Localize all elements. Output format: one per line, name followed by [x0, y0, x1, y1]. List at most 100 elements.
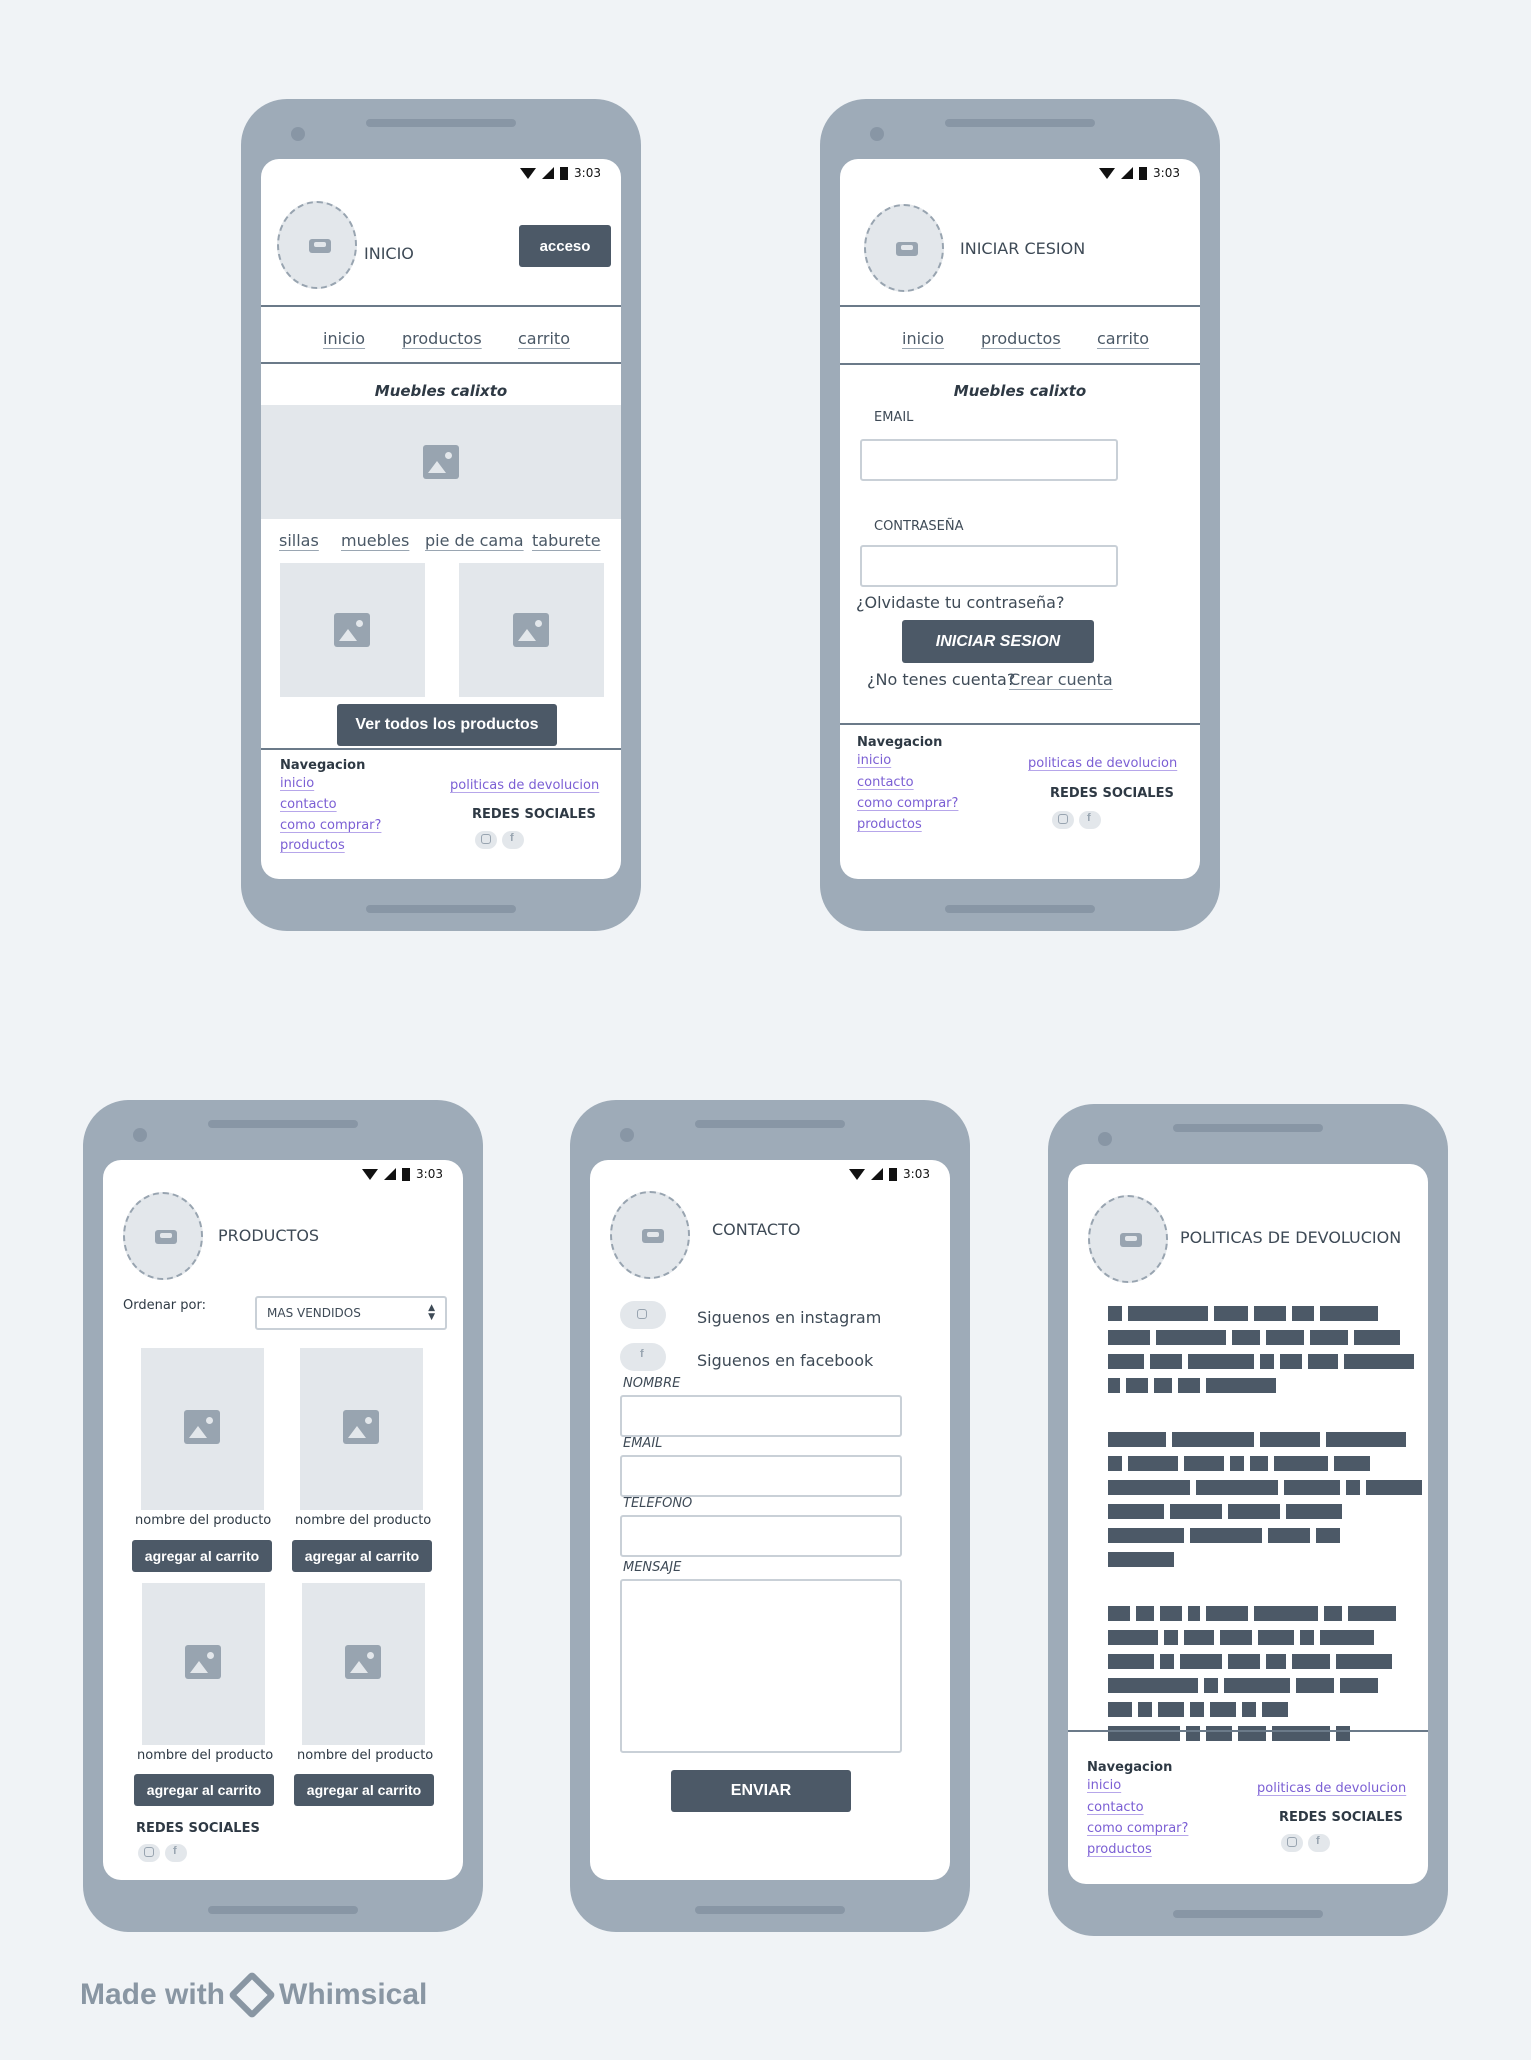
category-taburete[interactable]: taburete [532, 531, 601, 550]
nombre-field[interactable] [620, 1395, 902, 1437]
instagram-icon[interactable] [475, 831, 497, 849]
text-placeholder-bar [1254, 1606, 1318, 1621]
footer-link-politicas[interactable]: politicas de devolucion [1028, 756, 1177, 771]
whimsical-watermark: Made with Whimsical [80, 1970, 427, 2020]
footer-link-contacto[interactable]: contacto [280, 797, 337, 812]
login-screen: 3:03 INICIAR CESION inicio productos car… [840, 159, 1200, 879]
image-icon [513, 613, 549, 647]
add-to-cart-button[interactable]: agregar al carrito [134, 1774, 274, 1806]
footer-heading: Navegacion [280, 758, 366, 773]
speaker [208, 1120, 358, 1128]
nav-carrito[interactable]: carrito [1097, 329, 1149, 348]
phone-contact: 3:03 CONTACTO Siguenos en instagram f Si… [570, 1100, 970, 1932]
logo-placeholder [864, 204, 944, 292]
product-name: nombre del producto [135, 1513, 272, 1528]
text-placeholder-bar [1260, 1354, 1274, 1369]
footer-link-politicas[interactable]: politicas de devolucion [1257, 1781, 1406, 1796]
password-field[interactable] [860, 545, 1118, 587]
battery-icon [560, 166, 569, 180]
footer-link-inicio[interactable]: inicio [857, 753, 891, 768]
footer-link-productos[interactable]: productos [280, 838, 345, 853]
nav-productos[interactable]: productos [402, 329, 482, 348]
footer-link-inicio[interactable]: inicio [1087, 1778, 1121, 1793]
text-placeholder-bar [1108, 1654, 1154, 1669]
telefono-field[interactable] [620, 1515, 902, 1557]
email-label: EMAIL [874, 410, 914, 425]
image-icon [185, 1645, 221, 1679]
text-placeholder-bar [1138, 1702, 1152, 1717]
logo-placeholder [123, 1192, 203, 1280]
nav-carrito[interactable]: carrito [518, 329, 570, 348]
text-placeholder-bar [1254, 1306, 1286, 1321]
nav-inicio[interactable]: inicio [323, 329, 365, 348]
footer-link-como-comprar[interactable]: como comprar? [280, 818, 381, 833]
redes-heading: REDES SOCIALES [136, 1821, 260, 1836]
iniciar-sesion-button[interactable]: INICIAR SESION [902, 620, 1094, 663]
add-to-cart-button[interactable]: agregar al carrito [294, 1774, 434, 1806]
facebook-icon[interactable]: f [620, 1343, 666, 1371]
phone-policies: POLITICAS DE DEVOLUCION Navegacion inici… [1048, 1104, 1448, 1936]
signal-icon [871, 1168, 884, 1180]
mensaje-field[interactable] [620, 1579, 902, 1753]
text-placeholder-bar [1108, 1504, 1164, 1519]
category-sillas[interactable]: sillas [279, 531, 319, 550]
footer-link-productos[interactable]: productos [1087, 1842, 1152, 1857]
text-placeholder-bar [1348, 1606, 1396, 1621]
phone-products: 3:03 PRODUCTOS Ordenar por: MAS VENDIDOS… [83, 1100, 483, 1932]
text-placeholder-bar [1108, 1702, 1132, 1717]
text-placeholder-bar [1158, 1702, 1184, 1717]
whimsical-logo-icon [227, 1970, 277, 2020]
email-field[interactable] [860, 439, 1118, 481]
text-placeholder-bar [1204, 1678, 1218, 1693]
email-field[interactable] [620, 1455, 902, 1497]
brand-name: Muebles calixto [953, 382, 1087, 400]
footer-link-como-comprar[interactable]: como comprar? [1087, 1821, 1188, 1836]
instagram-icon[interactable] [620, 1301, 666, 1329]
instagram-icon[interactable] [1052, 811, 1074, 829]
product-image [142, 1583, 265, 1745]
enviar-button[interactable]: ENVIAR [671, 1770, 851, 1812]
category-muebles[interactable]: muebles [341, 531, 409, 550]
home-bar [366, 905, 516, 913]
text-placeholder-bar [1170, 1504, 1222, 1519]
acceso-button[interactable]: acceso [519, 225, 611, 267]
add-to-cart-button[interactable]: agregar al carrito [292, 1540, 432, 1572]
footer-link-productos[interactable]: productos [857, 817, 922, 832]
speaker [1173, 1124, 1323, 1132]
create-account-link[interactable]: Crear cuenta [1009, 670, 1113, 689]
nav-inicio[interactable]: inicio [902, 329, 944, 348]
hero-image [261, 405, 621, 519]
facebook-link[interactable]: Siguenos en facebook [697, 1351, 873, 1370]
instagram-icon[interactable] [1281, 1834, 1303, 1852]
text-placeholder-bar [1336, 1654, 1392, 1669]
text-placeholder-bar [1108, 1354, 1144, 1369]
text-placeholder-bar [1316, 1528, 1340, 1543]
image-icon [345, 1645, 381, 1679]
text-placeholder-bar [1108, 1378, 1120, 1393]
footer-link-inicio[interactable]: inicio [280, 776, 314, 791]
divider [261, 305, 621, 307]
facebook-icon[interactable]: f [165, 1844, 187, 1862]
camera-dot [620, 1128, 634, 1142]
text-placeholder-bar [1228, 1504, 1280, 1519]
instagram-icon[interactable] [138, 1844, 160, 1862]
sort-select[interactable]: MAS VENDIDOS ▲ ▼ [255, 1296, 447, 1330]
ver-todos-button[interactable]: Ver todos los productos [337, 704, 557, 746]
facebook-icon[interactable]: f [1079, 811, 1101, 829]
text-placeholder-bar [1214, 1306, 1248, 1321]
footer-link-contacto[interactable]: contacto [1087, 1800, 1144, 1815]
product-image [141, 1348, 264, 1510]
status-time: 3:03 [416, 1167, 443, 1181]
text-placeholder-bar [1186, 1726, 1200, 1741]
category-pie-de-cama[interactable]: pie de cama [425, 531, 524, 550]
nav-productos[interactable]: productos [981, 329, 1061, 348]
footer-link-como-comprar[interactable]: como comprar? [857, 796, 958, 811]
footer-link-contacto[interactable]: contacto [857, 775, 914, 790]
forgot-password-link[interactable]: ¿Olvidaste tu contraseña? [856, 593, 1064, 612]
instagram-link[interactable]: Siguenos en instagram [697, 1308, 881, 1327]
footer-link-politicas[interactable]: politicas de devolucion [450, 778, 599, 793]
facebook-icon[interactable]: f [502, 831, 524, 849]
text-placeholder-bar [1320, 1630, 1374, 1645]
facebook-icon[interactable]: f [1308, 1834, 1330, 1852]
add-to-cart-button[interactable]: agregar al carrito [132, 1540, 272, 1572]
